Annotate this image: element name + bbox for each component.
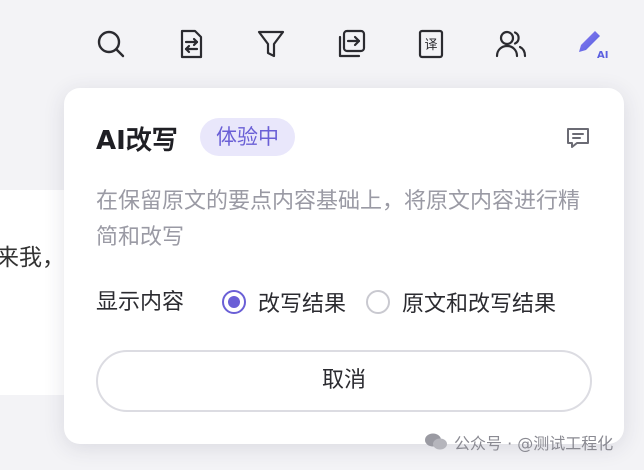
option-rewrite-result[interactable]: 改写结果: [222, 286, 346, 318]
export-button[interactable]: [334, 22, 414, 66]
filter-icon: [257, 30, 285, 58]
cancel-button[interactable]: 取消: [96, 350, 592, 412]
watermark: 公众号 · @测试工程化: [424, 430, 613, 454]
trial-badge: 体验中: [200, 118, 295, 156]
document-format-icon: [180, 29, 203, 59]
wechat-icon: [425, 433, 447, 450]
top-toolbar: 译 AI: [94, 22, 644, 66]
option-original-and-rewrite-label: 原文和改写结果: [402, 292, 557, 317]
translate-button[interactable]: 译: [414, 22, 494, 66]
document-text: 来我，/: [0, 245, 73, 271]
ai-rewrite-popup: AI改写 体验中 在保留原文的要点内容基础上，将原文内容进行精简和改写 显示内容…: [64, 88, 624, 444]
users-button[interactable]: [494, 22, 574, 66]
popup-title: AI改写: [96, 126, 178, 156]
svg-text:译: 译: [424, 38, 437, 53]
ai-rewrite-button[interactable]: AI: [574, 22, 644, 66]
users-icon: [495, 30, 527, 58]
app-stage: 来我，/ 译 AI AI改写 体验中 在保留原文的要点内容基础上，将原文内容进行…: [0, 0, 644, 470]
option-original-and-rewrite[interactable]: 原文和改写结果: [366, 286, 556, 318]
search-icon: [97, 30, 125, 58]
search-button[interactable]: [94, 22, 174, 66]
option-rewrite-result-label: 改写结果: [258, 292, 347, 317]
svg-text:AI: AI: [597, 50, 608, 61]
ai-rewrite-icon: AI: [579, 31, 608, 61]
display-content-label: 显示内容: [96, 290, 185, 315]
feedback-icon[interactable]: [564, 124, 592, 152]
radio-rewrite-result[interactable]: [222, 290, 246, 314]
popup-description: 在保留原文的要点内容基础上，将原文内容进行精简和改写: [96, 189, 581, 250]
document-format-button[interactable]: [174, 22, 254, 66]
radio-original-and-rewrite[interactable]: [366, 290, 390, 314]
translate-icon: 译: [418, 29, 444, 59]
filter-button[interactable]: [254, 22, 334, 66]
watermark-text: 公众号 · @测试工程化: [454, 434, 614, 453]
export-icon: [338, 29, 366, 58]
